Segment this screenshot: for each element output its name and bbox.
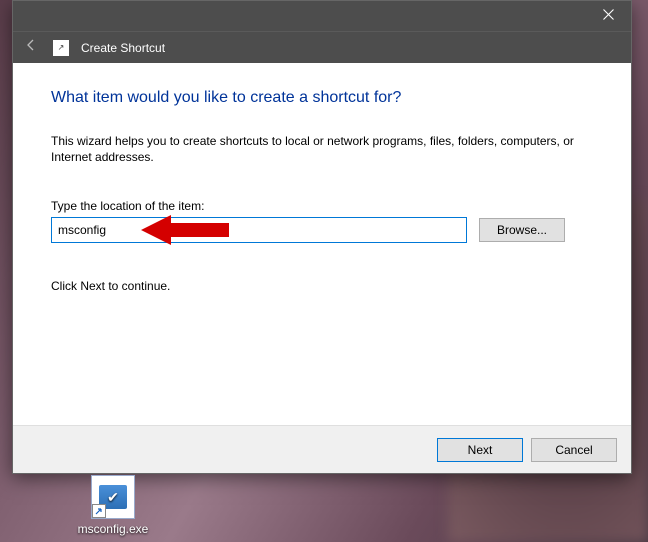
dialog-footer: Next Cancel — [13, 425, 631, 473]
msconfig-icon: ✔ — [91, 475, 135, 519]
dialog-title: Create Shortcut — [81, 41, 165, 55]
wizard-description: This wizard helps you to create shortcut… — [51, 133, 593, 165]
wizard-heading: What item would you like to create a sho… — [51, 89, 593, 107]
close-button[interactable] — [585, 1, 631, 31]
desktop-icon-label: msconfig.exe — [74, 522, 152, 536]
shortcut-wizard-icon: ↗ — [53, 40, 69, 56]
next-button[interactable]: Next — [437, 438, 523, 462]
location-input[interactable] — [51, 217, 467, 243]
close-icon — [603, 7, 614, 25]
create-shortcut-dialog: ↗ Create Shortcut What item would you li… — [12, 0, 632, 474]
shortcut-overlay-icon — [92, 504, 106, 518]
desktop-shortcut-icon[interactable]: ✔ msconfig.exe — [74, 475, 152, 536]
back-button[interactable] — [21, 38, 41, 58]
cancel-button[interactable]: Cancel — [531, 438, 617, 462]
continue-hint: Click Next to continue. — [51, 279, 593, 293]
location-label: Type the location of the item: — [51, 199, 593, 213]
titlebar — [13, 1, 631, 31]
desktop-background: ↗ Create Shortcut What item would you li… — [0, 0, 648, 542]
wizard-header: ↗ Create Shortcut — [13, 31, 631, 63]
browse-button[interactable]: Browse... — [479, 218, 565, 242]
dialog-content: What item would you like to create a sho… — [13, 63, 631, 293]
back-arrow-icon — [24, 38, 38, 57]
